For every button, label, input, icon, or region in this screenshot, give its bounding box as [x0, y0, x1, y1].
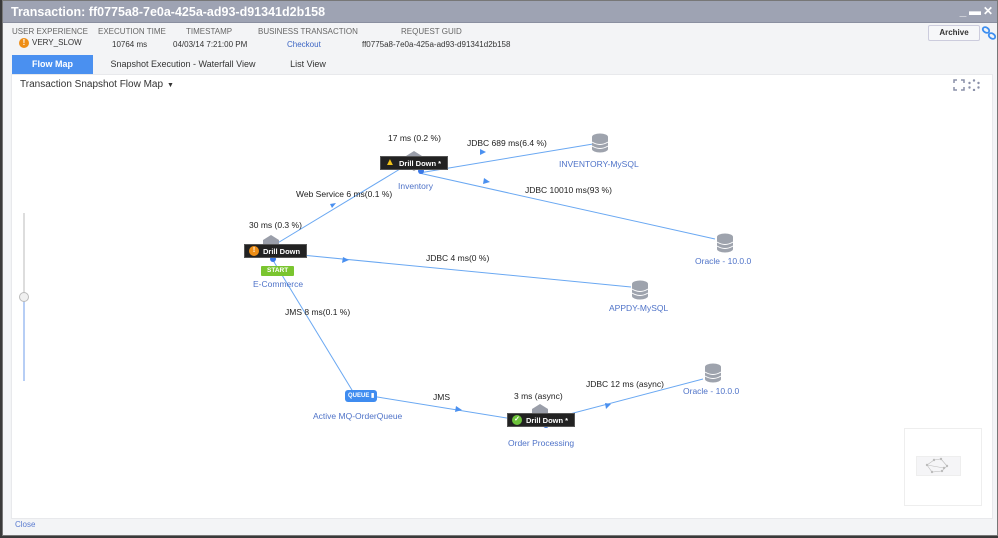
transaction-window: Transaction: ff0775a8-7e0a-425a-ad93-d91… [2, 0, 998, 536]
tab-waterfall-view[interactable]: Snapshot Execution - Waterfall View [103, 55, 263, 74]
execution-time-value: 10764 ms [112, 40, 148, 49]
overview-viewport[interactable] [916, 456, 961, 476]
order-processing-time: 3 ms (async) [514, 391, 563, 401]
title-bar: Transaction: ff0775a8-7e0a-425a-ad93-d91… [3, 1, 997, 23]
edge-label-jms-queue: JMS 8 ms(0.1 %) [285, 307, 351, 317]
edge-label-jdbc-inventory-mysql: JDBC 689 ms(6.4 %) [467, 138, 547, 148]
node-oracle-2[interactable]: Oracle - 10.0.0 [683, 386, 739, 396]
node-oracle-1[interactable]: Oracle - 10.0.0 [695, 256, 751, 266]
zoom-slider-handle[interactable] [19, 292, 29, 302]
fit-to-screen-icon[interactable] [953, 79, 965, 91]
panel-title: Transaction Snapshot Flow Map [20, 79, 164, 90]
zoom-slider-fill [23, 299, 25, 381]
edge-label-jdbc-appdy: JDBC 4 ms(0 %) [426, 253, 490, 263]
request-guid-value: ff0775a8-7e0a-425a-ad93-d91341d2b158 [362, 40, 511, 49]
node-inventory-mysql[interactable]: INVENTORY-MySQL [559, 159, 639, 169]
drill-down-label: Drill Down * [399, 159, 442, 168]
archive-button[interactable]: Archive [928, 25, 980, 41]
edge-label-jms: JMS [433, 392, 450, 402]
zoom-slider-track[interactable] [23, 213, 25, 295]
start-badge: START [261, 266, 295, 276]
close-link[interactable]: Close [15, 520, 35, 529]
user-experience-label: USER EXPERIENCE [12, 27, 89, 36]
queue-badge-label: QUEUE [348, 393, 370, 399]
user-experience-value: ! VERY_SLOW [19, 38, 82, 48]
drill-down-label: Drill Down * [526, 416, 569, 425]
request-guid-label: REQUEST GUID [401, 27, 462, 36]
node-order-processing[interactable]: Order Processing [508, 438, 574, 448]
edge-label-jdbc-inventory-oracle: JDBC 10010 ms(93 %) [525, 185, 612, 195]
overview-graph [925, 457, 949, 474]
execution-time-label: EXECUTION TIME [98, 27, 166, 36]
business-transaction-link[interactable]: Checkout [287, 40, 321, 49]
close-icon[interactable]: ✕ [981, 4, 995, 18]
tab-list-view[interactable]: List View [273, 55, 343, 74]
node-queue[interactable]: Active MQ-OrderQueue [313, 411, 402, 421]
business-transaction-label: BUSINESS TRANSACTION [258, 27, 358, 36]
edge-label-jdbc-order-oracle: JDBC 12 ms (async) [586, 379, 664, 389]
order-processing-drill-down-button[interactable]: ✓ Drill Down * [507, 413, 576, 427]
chevron-down-icon: ▼ [167, 82, 174, 89]
edge-label-web-service: Web Service 6 ms(0.1 %) [296, 189, 393, 199]
node-inventory[interactable]: Inventory [398, 181, 433, 191]
flow-map-selector[interactable]: Transaction Snapshot Flow Map ▼ [20, 79, 174, 90]
timestamp-value: 04/03/14 7:21:00 PM [173, 40, 248, 49]
node-ecommerce[interactable]: E-Commerce [253, 279, 303, 289]
inventory-time: 17 ms (0.2 %) [388, 133, 441, 143]
drill-down-label: Drill Down [263, 247, 301, 256]
tab-flow-map[interactable]: Flow Map [12, 55, 93, 74]
window-title: Transaction: ff0775a8-7e0a-425a-ad93-d91… [11, 5, 326, 19]
check-circle-icon: ✓ [512, 415, 522, 426]
ecommerce-drill-down-button[interactable]: ! Drill Down [244, 244, 308, 258]
timestamp-label: TIMESTAMP [186, 27, 233, 36]
inventory-drill-down-button[interactable]: ▲ Drill Down * [380, 156, 449, 170]
maximize-icon[interactable]: ▬ [968, 4, 982, 18]
overview-minimap[interactable] [904, 428, 982, 506]
warning-icon: ! [19, 38, 29, 48]
warning-triangle-icon: ▲ [385, 157, 395, 169]
auto-layout-icon[interactable] [968, 79, 980, 91]
node-appdy-mysql[interactable]: APPDY-MySQL [609, 303, 668, 313]
ecommerce-time: 30 ms (0.3 %) [249, 220, 302, 230]
error-icon: ! [249, 246, 259, 257]
user-experience-text: VERY_SLOW [32, 38, 82, 48]
queue-node[interactable]: QUEUE ▮ [345, 390, 378, 402]
link-icon[interactable] [981, 26, 997, 40]
